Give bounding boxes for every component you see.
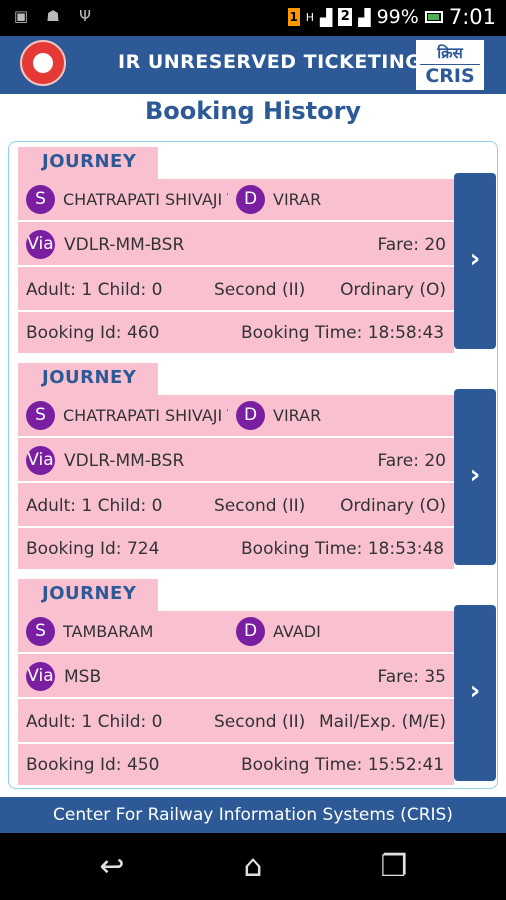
via-row: Via VDLR-MM-BSR Fare: 20 [18,224,454,267]
booking-id: Booking Id: 724 [26,539,160,559]
source-station: CHATRAPATI SHIVAJI T [63,190,228,209]
fare: Fare: 20 [377,235,446,255]
android-nav-bar: ↩ ⌂ ❐ [0,833,506,900]
view-booking-button[interactable]: › [454,389,496,565]
travel-class: Second (II) [214,280,306,300]
booking-id: Booking Id: 460 [26,323,160,343]
indian-railways-logo [20,40,66,86]
destination-badge: D [236,401,265,430]
via-row: Via MSB Fare: 35 [18,656,454,699]
battery-icon [424,11,443,23]
signal2-icon: ▟ [358,7,371,27]
ticket-type: Ordinary (O) [340,280,446,300]
via-row: Via VDLR-MM-BSR Fare: 20 [18,440,454,483]
ticket-type: Ordinary (O) [340,496,446,516]
source-badge: S [26,401,55,430]
booking-card[interactable]: JOURNEY S CHATRAPATI SHIVAJI T D VIRAR V… [18,363,496,569]
booking-info-row: Booking Id: 450 Booking Time: 15:52:41 [18,744,454,787]
destination-badge: D [236,617,265,646]
sim2-icon: 2 [338,8,353,26]
via-route: VDLR-MM-BSR [64,235,185,255]
page-title: Booking History [144,97,362,125]
fare: Fare: 20 [377,451,446,471]
image-icon: ▣ [13,7,29,25]
source-station: CHATRAPATI SHIVAJI T [63,406,228,425]
cris-logo-text: CRIS [425,65,475,87]
passengers: Adult: 1 Child: 0 [26,280,163,300]
home-icon[interactable]: ⌂ [193,833,313,900]
back-icon[interactable]: ↩ [52,833,172,900]
fare: Fare: 35 [377,667,446,687]
sim1-icon: 1 [287,8,300,26]
cris-logo: क्रिस CRIS [416,40,484,90]
battery-percent: 99% [376,6,419,28]
passenger-row: Adult: 1 Child: 0 Second (II) Ordinary (… [18,485,454,528]
journey-label: JOURNEY [18,147,158,179]
booking-time: Booking Time: 18:53:48 [241,539,445,559]
journey-label: JOURNEY [18,579,158,611]
recent-apps-icon[interactable]: ❐ [334,833,454,900]
booking-time: Booking Time: 18:58:43 [241,323,445,343]
source-badge: S [26,617,55,646]
booking-card[interactable]: JOURNEY S TAMBARAM D AVADI Via MSB Fare:… [18,579,496,785]
passenger-row: Adult: 1 Child: 0 Second (II) Mail/Exp. … [18,701,454,744]
booking-id: Booking Id: 450 [26,755,160,775]
signal-type-label: H [305,10,314,24]
travel-class: Second (II) [214,496,306,516]
booking-details: S CHATRAPATI SHIVAJI T D VIRAR Via VDLR-… [18,179,454,353]
via-badge: Via [26,230,55,259]
cris-logo-hindi: क्रिस [420,42,480,65]
travel-class: Second (II) [214,712,306,732]
booking-history-list[interactable]: JOURNEY S CHATRAPATI SHIVAJI T D VIRAR V… [8,141,498,789]
via-badge: Via [26,662,55,691]
booking-details: S TAMBARAM D AVADI Via MSB Fare: 35 Adul… [18,611,454,785]
route-row: S TAMBARAM D AVADI [18,611,454,654]
journey-label: JOURNEY [18,363,158,395]
source-badge: S [26,185,55,214]
booking-info-row: Booking Id: 724 Booking Time: 18:53:48 [18,528,454,571]
destination-station: VIRAR [273,190,322,209]
view-booking-button[interactable]: › [454,173,496,349]
via-route: VDLR-MM-BSR [64,451,185,471]
via-route: MSB [64,667,102,687]
usb-icon: Ψ [79,7,91,25]
destination-station: VIRAR [273,406,322,425]
destination-station: AVADI [273,622,321,641]
view-booking-button[interactable]: › [454,605,496,781]
route-row: S CHATRAPATI SHIVAJI T D VIRAR [18,179,454,222]
route-row: S CHATRAPATI SHIVAJI T D VIRAR [18,395,454,438]
source-station: TAMBARAM [63,622,154,641]
android-icon: ☗ [46,7,60,25]
passengers: Adult: 1 Child: 0 [26,712,163,732]
booking-card[interactable]: JOURNEY S CHATRAPATI SHIVAJI T D VIRAR V… [18,147,496,353]
app-title: IR UNRESERVED TICKETING [118,51,422,73]
via-badge: Via [26,446,55,475]
signal-icon: ▟ [319,7,333,27]
clock: 7:01 [448,5,496,29]
booking-info-row: Booking Id: 460 Booking Time: 18:58:43 [18,312,454,355]
passengers: Adult: 1 Child: 0 [26,496,163,516]
destination-badge: D [236,185,265,214]
booking-details: S CHATRAPATI SHIVAJI T D VIRAR Via VDLR-… [18,395,454,569]
ticket-type: Mail/Exp. (M/E) [318,712,446,732]
booking-time: Booking Time: 15:52:41 [241,755,445,775]
passenger-row: Adult: 1 Child: 0 Second (II) Ordinary (… [18,269,454,312]
app-header: IR UNRESERVED TICKETING क्रिस CRIS [0,36,506,94]
status-bar: ▣ ☗ Ψ 1 H ▟ 2 ▟ 99% 7:01 [0,0,506,36]
footer-text: Center For Railway Information Systems (… [0,797,506,833]
